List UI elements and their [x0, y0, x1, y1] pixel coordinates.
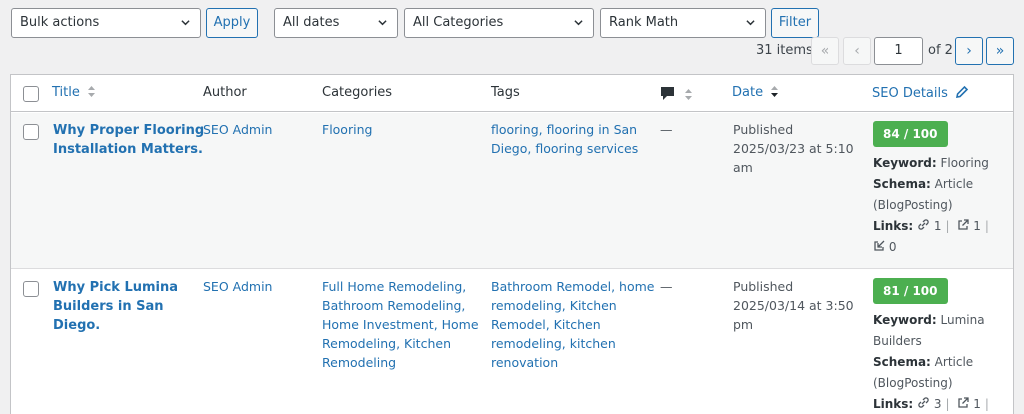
external-link-icon: [958, 219, 970, 230]
filter-button[interactable]: Filter: [771, 8, 819, 38]
seo-keyword: Keyword: Lumina Builders: [873, 313, 985, 348]
comment-bubble-icon: [661, 87, 674, 100]
post-title-link[interactable]: Why Proper Flooring Installation Matters.: [53, 121, 204, 159]
post-title-link[interactable]: Why Pick Lumina Builders in San Diego.: [53, 278, 178, 335]
sort-icon: [685, 89, 693, 100]
row-checkbox[interactable]: [23, 281, 39, 297]
page-total: of 2: [928, 43, 953, 58]
tag-links[interactable]: flooring, flooring in San Diego, flooring…: [491, 120, 638, 158]
column-comments[interactable]: [660, 86, 693, 105]
column-date-label: Date: [732, 85, 764, 100]
chevron-down-icon: [378, 20, 387, 26]
chevron-down-icon: [574, 20, 583, 26]
author-link[interactable]: SEO Admin: [203, 277, 272, 296]
column-categories: Categories: [322, 85, 393, 100]
column-seo-label: SEO Details: [872, 86, 948, 101]
author-link[interactable]: SEO Admin: [203, 120, 272, 139]
post-date: Published 2025/03/14 at 3:50 pm: [733, 279, 854, 332]
dates-select[interactable]: All dates: [274, 8, 398, 38]
seo-links: Links: 1 | 1 | 0: [873, 219, 989, 254]
sort-icon: [88, 86, 96, 97]
sort-desc-icon: [771, 86, 779, 97]
next-page-button[interactable]: ›: [955, 37, 983, 65]
seo-filter-value: Rank Math: [609, 15, 679, 30]
prev-page-button[interactable]: ‹: [843, 37, 871, 65]
table-row: Why Pick Lumina Builders in San Diego. SEO…: [11, 268, 1013, 414]
column-tags: Tags: [491, 85, 520, 100]
comments-count: —: [660, 122, 673, 137]
first-page-button[interactable]: «: [811, 37, 839, 65]
seo-schema: Schema: Article (BlogPosting): [873, 177, 974, 212]
column-seo-details[interactable]: SEO Details: [872, 85, 969, 101]
category-links[interactable]: Flooring: [322, 120, 372, 139]
external-link-icon: [958, 397, 970, 408]
dates-value: All dates: [283, 15, 340, 30]
row-checkbox[interactable]: [23, 124, 39, 140]
bulk-actions-value: Bulk actions: [20, 15, 100, 30]
link-icon: [918, 219, 929, 230]
incoming-link-icon: [874, 240, 885, 251]
seo-details: 84 / 100 Keyword: Flooring Schema: Artic…: [873, 121, 1003, 258]
chevron-down-icon: [746, 20, 755, 26]
column-title[interactable]: Title: [52, 85, 96, 100]
table-row: Why Proper Flooring Installation Matters.…: [11, 113, 1013, 268]
categories-value: All Categories: [413, 15, 504, 30]
items-count: 31 items: [756, 43, 813, 58]
column-title-label: Title: [52, 85, 80, 100]
tag-links[interactable]: Bathroom Remodel, home remodeling, Kitche…: [491, 277, 655, 372]
pencil-icon: [956, 85, 969, 98]
apply-button[interactable]: Apply: [206, 8, 258, 38]
column-date[interactable]: Date: [732, 85, 779, 100]
post-date: Published 2025/03/23 at 5:10 am: [733, 122, 854, 175]
seo-links: Links: 3 | 1 |: [873, 397, 989, 411]
categories-select[interactable]: All Categories: [404, 8, 594, 38]
seo-score-badge: 81 / 100: [873, 278, 948, 304]
comments-count: —: [660, 279, 673, 294]
current-page-input[interactable]: 1: [874, 37, 923, 65]
last-page-button[interactable]: »: [986, 37, 1014, 65]
table-header: Title Author Categories Tags Date SEO De…: [11, 75, 1013, 112]
category-links[interactable]: Full Home Remodeling, Bathroom Remodeling…: [322, 277, 479, 372]
bulk-actions-select[interactable]: Bulk actions: [11, 8, 201, 38]
seo-schema: Schema: Article (BlogPosting): [873, 355, 974, 390]
link-icon: [918, 397, 929, 408]
seo-filter-select[interactable]: Rank Math: [600, 8, 766, 38]
select-all-checkbox[interactable]: [23, 86, 39, 102]
seo-details: 81 / 100 Keyword: Lumina Builders Schema:…: [873, 278, 1003, 414]
seo-score-badge: 84 / 100: [873, 121, 948, 147]
column-author: Author: [203, 85, 247, 100]
chevron-down-icon: [181, 20, 190, 26]
seo-keyword: Keyword: Flooring: [873, 156, 989, 170]
posts-table: Title Author Categories Tags Date SEO De…: [10, 74, 1014, 414]
